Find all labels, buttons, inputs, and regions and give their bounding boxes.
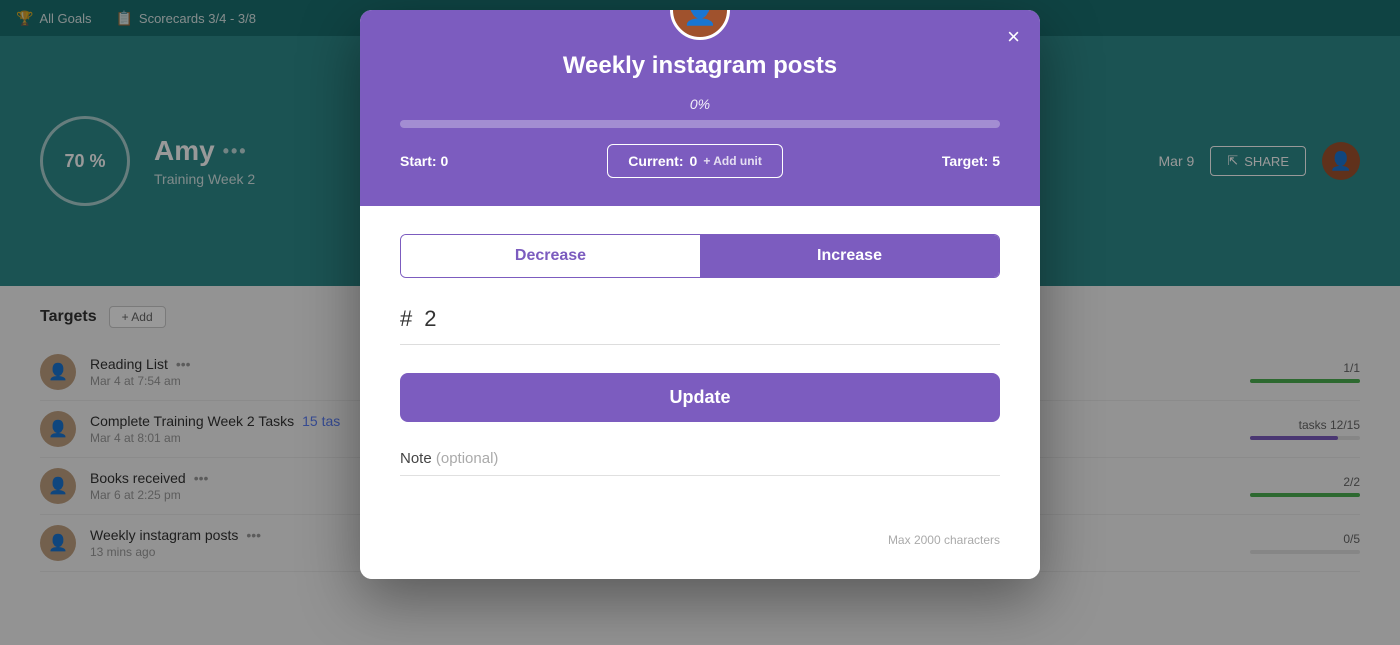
target-value: 5: [992, 153, 1000, 169]
number-input-area: #: [400, 306, 1000, 345]
current-value: 0: [690, 153, 698, 169]
start-label: Start: 0: [400, 153, 448, 169]
number-input[interactable]: [424, 306, 504, 332]
modal-body: Decrease Increase # Update Note (optiona…: [360, 206, 1040, 579]
note-maxlength: Max 2000 characters: [400, 533, 1000, 547]
note-optional: (optional): [436, 450, 499, 467]
note-textarea[interactable]: [400, 484, 1000, 524]
modal-close-button[interactable]: ×: [1007, 26, 1020, 48]
progress-bar-bg: [400, 120, 1000, 128]
add-unit-label: + Add unit: [703, 154, 762, 168]
progress-labels: Start: 0 Current: 0 + Add unit Target: 5: [400, 144, 1000, 178]
modal: 👤 × Weekly instagram posts 0% Start: 0 C…: [360, 10, 1040, 579]
modal-overlay[interactable]: 👤 × Weekly instagram posts 0% Start: 0 C…: [0, 0, 1400, 645]
progress-percent-label: 0%: [400, 96, 1000, 112]
progress-section: 0%: [400, 96, 1000, 128]
start-value: 0: [440, 153, 448, 169]
number-hash: #: [400, 306, 412, 332]
modal-header: 👤 × Weekly instagram posts 0% Start: 0 C…: [360, 10, 1040, 206]
note-divider: [400, 475, 1000, 476]
decrease-button[interactable]: Decrease: [401, 235, 700, 277]
update-button[interactable]: Update: [400, 373, 1000, 422]
target-label: Target: 5: [942, 153, 1000, 169]
modal-title: Weekly instagram posts: [400, 52, 1000, 80]
note-label: Note (optional): [400, 450, 1000, 467]
decrease-increase-toggle: Decrease Increase: [400, 234, 1000, 278]
current-label: Current:: [628, 153, 683, 169]
modal-avatar: 👤: [670, 10, 730, 40]
note-section: Note (optional) Max 2000 characters: [400, 450, 1000, 547]
current-button[interactable]: Current: 0 + Add unit: [607, 144, 783, 178]
increase-button[interactable]: Increase: [700, 235, 999, 277]
